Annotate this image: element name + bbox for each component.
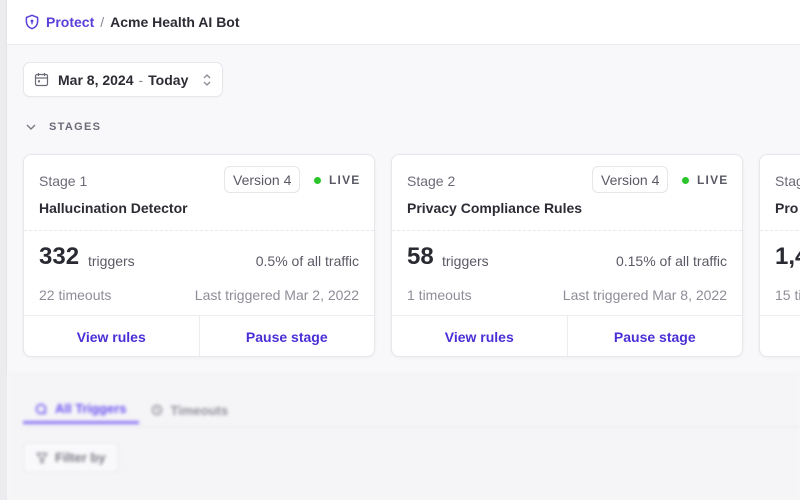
stage-number: Stag bbox=[775, 173, 800, 189]
tab-label: Timeouts bbox=[170, 402, 229, 418]
live-dot-icon bbox=[682, 176, 689, 184]
pause-stage-button[interactable]: Pause stage bbox=[566, 316, 743, 356]
view-rules-button[interactable]: View rules bbox=[24, 316, 199, 356]
stage-card: Stage 1 Hallucination Detector Version 4… bbox=[23, 154, 375, 357]
shield-icon bbox=[24, 14, 40, 30]
stage-card: Stage 2 Privacy Compliance Rules Version… bbox=[391, 154, 743, 357]
date-range-picker[interactable]: Mar 8, 2024 - Today bbox=[23, 62, 223, 97]
live-dot-icon bbox=[314, 176, 321, 184]
trigger-label: triggers bbox=[442, 253, 489, 269]
breadcrumb-current: Acme Health AI Bot bbox=[110, 14, 240, 30]
stages-section-toggle[interactable]: STAGES bbox=[25, 121, 101, 133]
date-separator: - bbox=[138, 71, 144, 88]
pause-stage-button[interactable]: Pause stage bbox=[198, 316, 375, 356]
filter-icon bbox=[36, 452, 48, 464]
traffic-share: 0.5% of all traffic bbox=[255, 253, 359, 269]
filter-by-button[interactable]: Filter by bbox=[23, 442, 119, 473]
timeouts-count: 22 timeouts bbox=[39, 287, 112, 303]
status-text: LIVE bbox=[329, 173, 361, 187]
chevron-up-down-icon bbox=[202, 73, 212, 87]
stage-number: Stage 1 bbox=[39, 173, 88, 189]
stage-name: Privacy Compliance Rules bbox=[407, 200, 583, 216]
stage-name: Pro bbox=[775, 200, 799, 216]
main-content: Mar 8, 2024 - Today STAGES Stage 1 Hallu… bbox=[7, 46, 800, 373]
trigger-count: 58 bbox=[407, 243, 434, 270]
status-badge: LIVE bbox=[682, 173, 728, 187]
date-to: Today bbox=[148, 71, 189, 88]
last-triggered: Last triggered Mar 2, 2022 bbox=[194, 287, 359, 303]
status-text: LIVE bbox=[697, 173, 729, 187]
stage-card: Stag Pro 1,4 15 ti bbox=[759, 154, 800, 357]
stage-name: Hallucination Detector bbox=[39, 200, 188, 216]
tabs-divider bbox=[23, 426, 800, 427]
sidebar-edge bbox=[0, 0, 7, 500]
tab-label: All Triggers bbox=[55, 401, 127, 416]
last-triggered: Last triggered Mar 8, 2022 bbox=[562, 287, 727, 303]
trigger-label: triggers bbox=[88, 253, 135, 269]
trigger-count: 332 bbox=[39, 243, 80, 270]
timeouts-count: 15 ti bbox=[775, 287, 800, 303]
stages-section-label: STAGES bbox=[49, 121, 102, 133]
tab-timeouts[interactable]: Timeouts bbox=[139, 396, 241, 424]
filter-label: Filter by bbox=[55, 450, 106, 465]
calendar-icon bbox=[34, 72, 49, 87]
tab-bar: All Triggers Timeouts bbox=[23, 396, 240, 424]
date-from: Mar 8, 2024 bbox=[58, 71, 134, 88]
stage-number: Stage 2 bbox=[407, 173, 456, 189]
triggers-icon bbox=[35, 403, 47, 415]
trigger-count: 1,4 bbox=[775, 243, 800, 270]
version-badge[interactable]: Version 4 bbox=[592, 166, 669, 193]
top-bar: Protect / Acme Health AI Bot bbox=[7, 0, 800, 45]
traffic-share: 0.15% of all traffic bbox=[615, 253, 727, 269]
timeouts-count: 1 timeouts bbox=[407, 287, 472, 303]
clock-icon bbox=[151, 404, 163, 416]
triggers-panel: All Triggers Timeouts Filter by bbox=[7, 373, 800, 500]
chevron-down-icon bbox=[25, 121, 37, 133]
status-badge: LIVE bbox=[314, 173, 360, 187]
tab-all-triggers[interactable]: All Triggers bbox=[23, 396, 139, 424]
breadcrumb-separator: / bbox=[100, 14, 105, 30]
version-badge[interactable]: Version 4 bbox=[224, 166, 301, 193]
view-rules-button[interactable] bbox=[760, 316, 800, 356]
view-rules-button[interactable]: View rules bbox=[392, 316, 567, 356]
breadcrumb-protect-link[interactable]: Protect bbox=[46, 14, 94, 30]
